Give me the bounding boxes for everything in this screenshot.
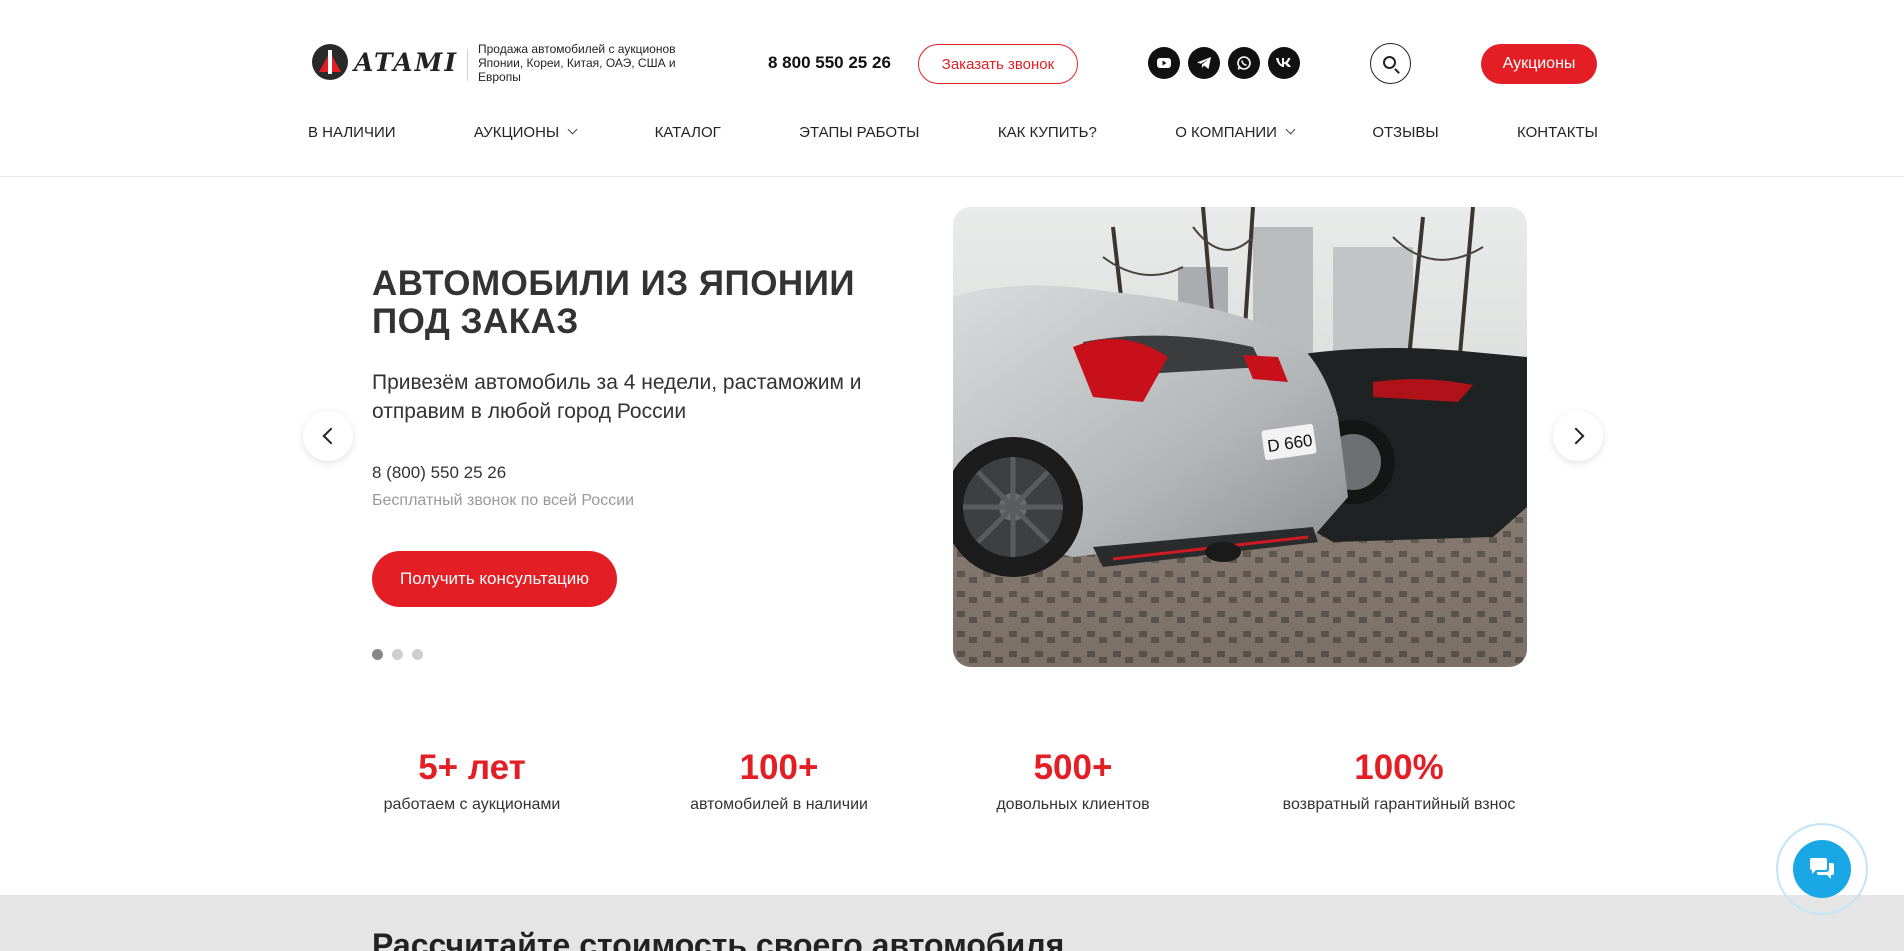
nav-item-in-stock[interactable]: В НАЛИЧИИ [308, 124, 396, 141]
hero-title-line: ПОД ЗАКАЗ [372, 302, 579, 341]
slider-prev-button[interactable] [303, 411, 353, 461]
stat-value: 100% [1354, 748, 1444, 787]
vk-icon[interactable] [1268, 47, 1300, 79]
tagline: Продажа автомобилей с аукционов Японии, … [478, 42, 676, 84]
calculator-section: Рассчитайте стоимость своего автомобиля [0, 895, 1904, 951]
nav-item-work-stages[interactable]: ЭТАПЫ РАБОТЫ [799, 124, 919, 141]
nav-item-catalog[interactable]: КАТАЛОГ [655, 124, 721, 141]
nav-item-label: КАК КУПИТЬ? [997, 124, 1097, 141]
search-icon [1383, 56, 1396, 69]
auctions-button[interactable]: Аукционы [1481, 44, 1597, 84]
youtube-icon[interactable] [1148, 47, 1180, 79]
nav-item-contacts[interactable]: КОНТАКТЫ [1517, 124, 1598, 141]
stat-label: довольных клиентов [996, 796, 1150, 813]
nav-item-label: КОНТАКТЫ [1517, 124, 1598, 141]
chevron-down-icon [567, 124, 578, 135]
nav-item-reviews[interactable]: ОТЗЫВЫ [1372, 124, 1438, 141]
logo-mark-icon [312, 44, 348, 80]
site-header: ATAMI Продажа автомобилей с аукционов Яп… [0, 0, 1904, 177]
nav-item-label: АУКЦИОНЫ [473, 124, 560, 141]
callback-button[interactable]: Заказать звонок [918, 44, 1078, 84]
nav-item-label: В НАЛИЧИИ [308, 124, 396, 141]
nav-item-auctions[interactable]: АУКЦИОНЫ [473, 124, 578, 141]
stat-value: 5+ лет [418, 748, 526, 787]
nav-item-label: ОТЗЫВЫ [1372, 124, 1439, 141]
chevron-right-icon [1567, 427, 1584, 445]
logo[interactable]: ATAMI [312, 44, 458, 80]
header-phone[interactable]: 8 800 550 25 26 [768, 53, 891, 73]
hero-car-photo: D 660 [953, 207, 1527, 667]
nav-item-label: КАТАЛОГ [654, 124, 721, 141]
search-button[interactable] [1370, 43, 1411, 84]
slider-dot[interactable] [372, 649, 383, 660]
stat-value: 500+ [1033, 748, 1113, 787]
logo-text: ATAMI [354, 47, 459, 77]
car-illustration: D 660 [953, 207, 1527, 667]
calculator-title: Рассчитайте стоимость своего автомобиля [372, 927, 1065, 951]
tagline-divider [467, 49, 468, 81]
consultation-button[interactable]: Получить консультацию [372, 551, 617, 607]
chevron-down-icon [1285, 124, 1296, 135]
nav-item-label: ЭТАПЫ РАБОТЫ [799, 124, 920, 141]
stat-label: работаем с аукционами [383, 796, 561, 813]
nav-item-how-to-buy[interactable]: КАК КУПИТЬ? [998, 124, 1097, 141]
chat-button[interactable] [1793, 840, 1851, 898]
stat-label: автомобилей в наличии [690, 796, 868, 813]
hero-title: АВТОМОБИЛИ ИЗ ЯПОНИИ ПОД ЗАКАЗ [372, 265, 855, 341]
hero-phone[interactable]: 8 (800) 550 25 26 [372, 463, 506, 483]
whatsapp-icon[interactable] [1228, 47, 1260, 79]
chat-icon [1810, 858, 1834, 879]
nav-item-about[interactable]: О КОМПАНИИ [1175, 124, 1296, 141]
hero-subtitle: Привезём автомобиль за 4 недели, растамо… [372, 371, 862, 423]
slider-next-button[interactable] [1553, 411, 1603, 461]
main-nav: В НАЛИЧИИ АУКЦИОНЫ КАТАЛОГ ЭТАПЫ РАБОТЫ … [308, 124, 1598, 141]
hero-title-line: АВТОМОБИЛИ ИЗ ЯПОНИИ [372, 264, 856, 303]
stat-value: 100+ [739, 748, 819, 787]
slider-dot[interactable] [412, 649, 423, 660]
telegram-icon[interactable] [1188, 47, 1220, 79]
hero-phone-note: Бесплатный звонок по всей России [372, 492, 635, 509]
nav-item-label: О КОМПАНИИ [1175, 124, 1277, 141]
slider-dot[interactable] [392, 649, 403, 660]
stat-label: возвратный гарантийный взнос [1282, 796, 1516, 813]
chevron-left-icon [322, 427, 339, 445]
